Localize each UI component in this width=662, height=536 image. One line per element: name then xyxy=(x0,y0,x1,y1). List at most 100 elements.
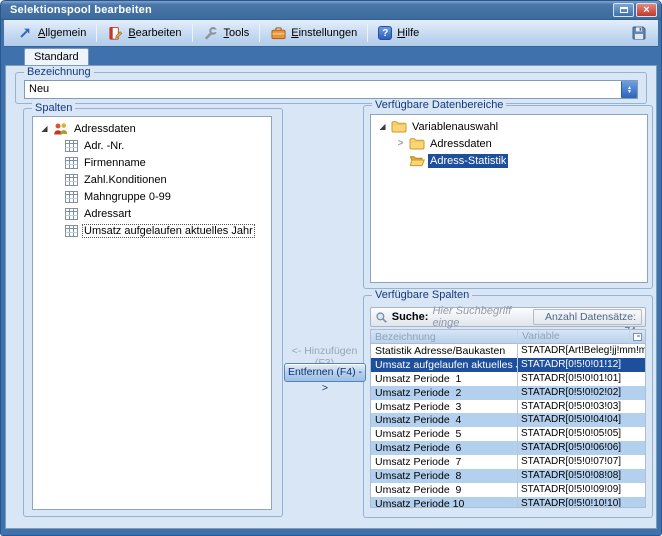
tree-label[interactable]: Zahl.Konditionen xyxy=(82,173,169,187)
table-row[interactable]: Umsatz Periode 3 STATADR[0!5!0!03!03] xyxy=(371,400,645,414)
spalten-children: Adr. -Nr. Firmenname Zahl.Konditionen Ma… xyxy=(33,137,271,239)
table-row[interactable]: Umsatz Periode 1 STATADR[0!5!0!01!01] xyxy=(371,372,645,386)
toolbar-button-hilfe[interactable]: ? Hilfe xyxy=(371,23,426,43)
bezeichnung-combobox[interactable]: Neu ▲ ▼ xyxy=(24,80,638,99)
table-row[interactable]: Umsatz Periode 7 STATADR[0!5!0!07!07] xyxy=(371,455,645,469)
toolbar-label-hilfe: Hilfe xyxy=(397,27,419,39)
cell-variable: STATADR[0!5!0!07!07] xyxy=(517,455,645,469)
table-row[interactable]: Umsatz Periode 9 STATADR[0!5!0!09!09] xyxy=(371,483,645,497)
cell-bezeichnung: Umsatz Periode 1 xyxy=(371,373,517,385)
maximize-button[interactable] xyxy=(613,3,634,17)
toolbar: Allgemein Bearbeiten Tools xyxy=(4,20,658,47)
tree-label[interactable]: Adressdaten xyxy=(428,137,494,151)
cell-bezeichnung: Umsatz Periode 7 xyxy=(371,456,517,468)
title-bar[interactable]: Selektionspool bearbeiten × xyxy=(1,1,661,20)
tree-label-selected[interactable]: Adress-Statistik xyxy=(428,154,508,168)
table-row[interactable]: Statistik Adresse/Baukasten STATADR[Art!… xyxy=(371,344,645,358)
search-icon xyxy=(374,309,389,325)
table-icon xyxy=(63,156,79,170)
tree-label[interactable]: Umsatz aufgelaufen aktuelles Jahr xyxy=(82,224,255,238)
folder-closed-icon xyxy=(409,137,425,151)
datenbereiche-tree: ◢ Variablenauswahl > Adressdaten xyxy=(370,114,648,283)
tab-standard[interactable]: Standard xyxy=(24,48,89,65)
table-row[interactable]: Umsatz Periode 2 STATADR[0!5!0!02!02] xyxy=(371,386,645,400)
column-chooser-button[interactable] xyxy=(629,330,645,343)
cell-bezeichnung: Statistik Adresse/Baukasten xyxy=(371,345,517,357)
help-icon: ? xyxy=(378,26,392,40)
cell-bezeichnung: Umsatz Periode 3 xyxy=(371,401,517,413)
table-row[interactable]: Umsatz Periode 4 STATADR[0!5!0!04!04] xyxy=(371,413,645,427)
tab-strip: Standard xyxy=(4,47,658,65)
toolbox-icon xyxy=(270,25,286,41)
spalten-tree: ◢ Adressdaten Adr. -Nr. Firmenname Zahl.… xyxy=(32,116,272,510)
close-button[interactable]: × xyxy=(636,3,657,17)
cell-variable: STATADR[0!5!0!06!06] xyxy=(517,441,645,455)
toolbar-separator xyxy=(96,24,97,42)
cell-bezeichnung: Umsatz Periode 5 xyxy=(371,428,517,440)
tree-label[interactable]: Mahngruppe 0-99 xyxy=(82,190,173,204)
remove-button[interactable]: Entfernen (F4) -> xyxy=(284,363,366,382)
cell-variable: STATADR[0!5!0!02!02] xyxy=(517,386,645,400)
toolbar-button-allgemein[interactable]: Allgemein xyxy=(10,22,93,44)
table-icon xyxy=(63,207,79,221)
toolbar-button-bearbeiten[interactable]: Bearbeiten xyxy=(100,22,188,44)
table-icon xyxy=(63,224,79,238)
tree-item-column[interactable]: Zahl.Konditionen xyxy=(33,171,271,188)
save-button[interactable] xyxy=(626,23,652,43)
bezeichnung-value[interactable]: Neu xyxy=(25,81,621,98)
toolbar-button-tools[interactable]: Tools xyxy=(196,22,257,44)
notebook-pencil-icon xyxy=(107,25,123,41)
cell-variable: STATADR[0!5!0!10!10] xyxy=(517,497,645,508)
expander-expanded-icon[interactable]: ◢ xyxy=(39,124,50,133)
table-row[interactable]: Umsatz aufgelaufen aktuelles Jahr STATAD… xyxy=(371,358,645,372)
table-header: Bezeichnung Variable xyxy=(371,330,645,344)
cell-variable: STATADR[0!5!0!03!03] xyxy=(517,400,645,414)
group-datenbereiche: Verfügbare Datenbereiche ◢ Variablenausw… xyxy=(363,105,653,289)
toolbar-button-einstellungen[interactable]: Einstellungen xyxy=(263,22,364,44)
cell-bezeichnung: Umsatz Periode 6 xyxy=(371,442,517,454)
cell-variable: STATADR[Art!Beleg!jj!mm!m xyxy=(517,344,645,358)
table-row[interactable]: Umsatz Periode 6 STATADR[0!5!0!06!06] xyxy=(371,441,645,455)
table-icon xyxy=(63,173,79,187)
cell-bezeichnung: Umsatz Periode 9 xyxy=(371,484,517,496)
tree-item-column[interactable]: Adr. -Nr. xyxy=(33,137,271,154)
tree-item-variablenauswahl[interactable]: ◢ Variablenauswahl xyxy=(371,118,647,135)
table-row[interactable]: Umsatz Periode 8 STATADR[0!5!0!08!08] xyxy=(371,469,645,483)
add-button[interactable]: <- Hinzufügen (F3) xyxy=(284,345,365,359)
tree-label[interactable]: Firmenname xyxy=(82,156,148,170)
toolbar-label-bearbeiten: Bearbeiten xyxy=(128,27,181,39)
toolbar-separator xyxy=(192,24,193,42)
cell-variable: STATADR[0!5!0!04!04] xyxy=(517,413,645,427)
tree-label[interactable]: Adr. -Nr. xyxy=(82,139,126,153)
tree-label[interactable]: Variablenauswahl xyxy=(410,120,500,134)
window-title: Selektionspool bearbeiten xyxy=(10,4,152,16)
tree-item-adress-statistik[interactable]: . Adress-Statistik xyxy=(371,152,647,169)
tree-label[interactable]: Adressdaten xyxy=(72,122,138,136)
screen: Selektionspool bearbeiten × Allgemein Be… xyxy=(0,0,662,536)
window-icon xyxy=(620,7,628,13)
tree-item-column[interactable]: Adressart xyxy=(33,205,271,222)
tree-item-column[interactable]: Firmenname xyxy=(33,154,271,171)
tree-item-adressdaten[interactable]: > Adressdaten xyxy=(371,135,647,152)
tree-label[interactable]: Adressart xyxy=(82,207,133,221)
cell-variable: STATADR[0!5!0!09!09] xyxy=(517,483,645,497)
cell-bezeichnung: Umsatz Periode 8 xyxy=(371,470,517,482)
tree-item-column[interactable]: Mahngruppe 0-99 xyxy=(33,188,271,205)
column-header-variable[interactable]: Variable xyxy=(517,330,629,343)
record-count: Anzahl Datensätze: 74 xyxy=(533,309,642,325)
search-label: Suche: xyxy=(392,311,429,323)
table-row[interactable]: Umsatz Periode 5 STATADR[0!5!0!05!05] xyxy=(371,427,645,441)
table-body: Statistik Adresse/Baukasten STATADR[Art!… xyxy=(371,344,645,508)
expander-collapsed-icon[interactable]: > xyxy=(395,138,406,149)
tree-item-column[interactable]: Umsatz aufgelaufen aktuelles Jahr xyxy=(33,222,271,239)
people-icon xyxy=(53,122,69,136)
combobox-dropdown-button[interactable]: ▲ ▼ xyxy=(621,81,637,98)
search-input[interactable]: Hier Suchbegriff einge xyxy=(432,305,532,329)
column-header-bezeichnung[interactable]: Bezeichnung xyxy=(371,331,517,343)
search-bar: Suche: Hier Suchbegriff einge Anzahl Dat… xyxy=(370,307,646,327)
expander-expanded-icon[interactable]: ◢ xyxy=(377,122,388,131)
table-icon xyxy=(63,190,79,204)
cell-bezeichnung: Umsatz Periode 2 xyxy=(371,387,517,399)
table-row[interactable]: Umsatz Periode 10 STATADR[0!5!0!10!10] xyxy=(371,497,645,508)
tree-item-adressdaten-root[interactable]: ◢ Adressdaten xyxy=(33,120,271,137)
